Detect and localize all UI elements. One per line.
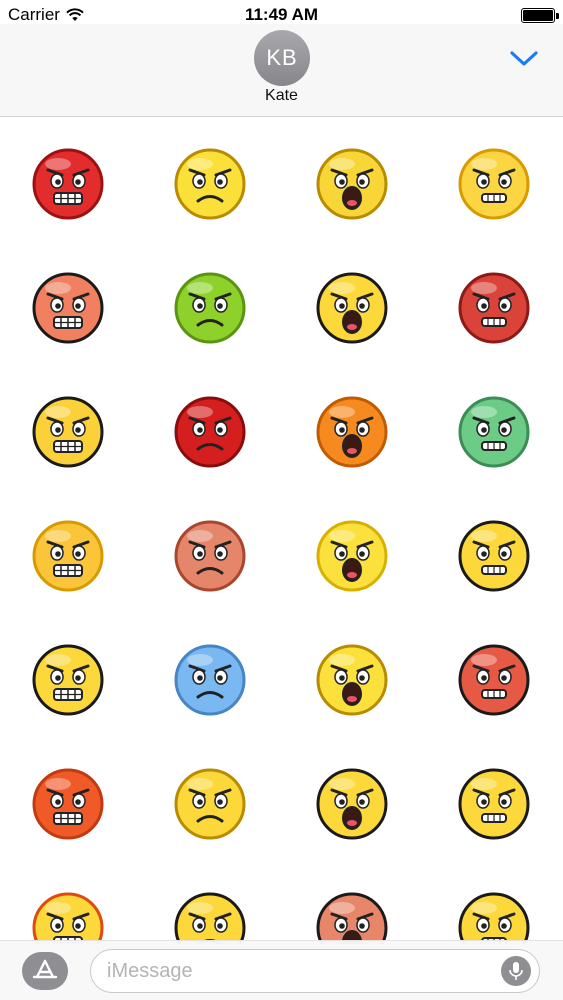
red-purple-eyes-sticker[interactable] [30,766,106,842]
app-store-button[interactable] [22,952,68,990]
red-grimace-sticker[interactable] [30,146,106,222]
microphone-button[interactable] [501,956,531,986]
orange-fists-sticker[interactable] [314,394,390,470]
chevron-down-icon [510,51,538,66]
devil-heart-sticker[interactable] [172,518,248,594]
contact-name[interactable]: Kate [0,87,563,105]
heart-grin-sticker[interactable] [30,270,106,346]
tongue-yell-sticker[interactable] [172,766,248,842]
microphone-icon [509,962,523,980]
app-store-icon [32,959,58,979]
sticker-grid [0,118,563,944]
flaming-head-sticker[interactable] [30,890,106,944]
green-eyed-grimace-sticker[interactable] [314,642,390,718]
battery-fill [523,10,553,21]
smirk-outline-sticker[interactable] [456,890,532,944]
yelling-goggle-sticker[interactable] [30,394,106,470]
pirate-heart-sticker[interactable] [314,890,390,944]
clock: 11:49 AM [244,5,319,24]
battery-icon [521,8,559,23]
message-input[interactable] [107,950,487,992]
conversation-header: KB Kate [0,24,563,117]
compose-bar [0,940,563,1000]
eyepatch-sticker[interactable] [172,890,248,944]
blue-squint-sticker[interactable] [172,642,248,718]
red-horned-grimace-sticker[interactable] [456,642,532,718]
yellow-grimace-sticker[interactable] [314,518,390,594]
suspicious-tongue-sticker[interactable] [172,146,248,222]
annoyed-frown-sticker[interactable] [30,518,106,594]
cigar-frown-sticker[interactable] [314,146,390,222]
message-field[interactable] [90,949,540,993]
screaming-outline-sticker[interactable] [314,270,390,346]
avatar[interactable]: KB [254,30,310,86]
angry-red-heart-sticker[interactable] [172,394,248,470]
green-nauseous-sticker[interactable] [172,270,248,346]
red-devil-sticker[interactable] [456,270,532,346]
green-cyborg-sticker[interactable] [456,394,532,470]
wide-eye-grimace-sticker[interactable] [456,766,532,842]
shouting-outline-sticker[interactable] [456,518,532,594]
big-grin-outline-sticker[interactable] [30,642,106,718]
blushing-grin-sticker[interactable] [456,146,532,222]
collapse-button[interactable] [507,46,541,72]
skeptical-outline-sticker[interactable] [314,766,390,842]
